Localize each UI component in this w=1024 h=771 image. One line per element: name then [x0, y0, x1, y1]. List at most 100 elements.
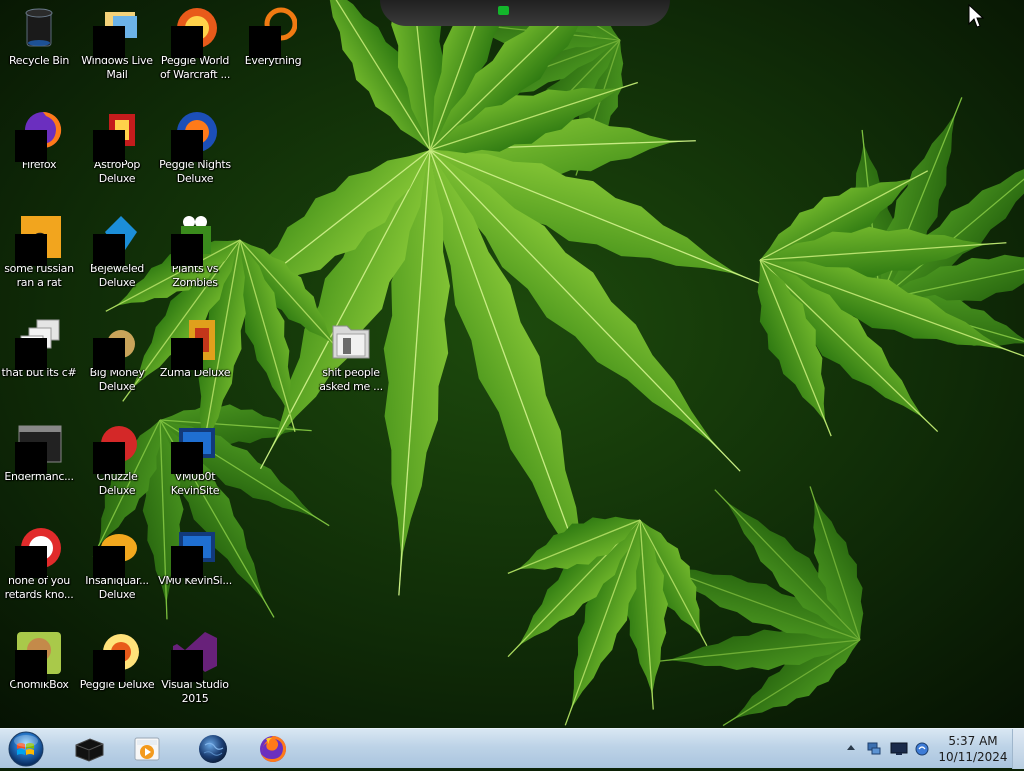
peggle-icon	[93, 628, 141, 682]
taskbar-media-player-button[interactable]	[122, 731, 172, 767]
redaction-box	[171, 338, 203, 370]
redaction-box	[15, 338, 47, 370]
redaction-box	[171, 650, 203, 682]
desktop-icon-label: Big Money Deluxe	[89, 366, 145, 393]
black-box-icon	[75, 738, 104, 762]
redaction-box	[93, 650, 125, 682]
desktop-icon[interactable]: Peggle World of Warcraft ...	[156, 4, 234, 82]
desktop-icon-label: Chuzzle Deluxe	[96, 470, 138, 497]
redaction-box	[15, 650, 47, 682]
redaction-box	[15, 234, 47, 266]
desktop-icon[interactable]: that but its c#	[0, 316, 78, 380]
redaction-box	[171, 234, 203, 266]
clock[interactable]: 5:37 AM 10/11/2024	[938, 733, 1008, 765]
desktop-icon[interactable]: Peggle Deluxe	[78, 628, 156, 692]
desktop-icon[interactable]: VM0 KevinSi...	[156, 524, 234, 588]
desktop-icon[interactable]: Big Money Deluxe	[78, 316, 156, 394]
firefox-icon	[260, 736, 286, 762]
taskbar: 5:37 AM 10/11/2024	[0, 728, 1024, 769]
desktop-icon-label: AstroPop Deluxe	[93, 158, 141, 185]
stacked-windows-icon	[15, 316, 63, 370]
folder-icon	[327, 316, 375, 364]
visual-studio-icon	[171, 628, 219, 682]
desktop-icon[interactable]: Endermanc...	[0, 420, 78, 484]
plants-vs-zombies-icon	[171, 212, 219, 266]
redaction-box	[171, 26, 203, 58]
media-player-icon	[134, 737, 160, 761]
desktop-icon[interactable]: Peggle Nights Deluxe	[156, 108, 234, 186]
desktop-icon[interactable]: Chuzzle Deluxe	[78, 420, 156, 498]
desktop-icon-label: none of you retards kno...	[4, 574, 74, 601]
desktop-icon[interactable]: shit people asked me ...	[312, 316, 390, 394]
redaction-box	[249, 26, 281, 58]
redaction-box	[171, 130, 203, 162]
desktop-icon[interactable]: Recycle Bin	[0, 4, 78, 68]
taskbar-firefox-button[interactable]	[248, 731, 298, 767]
astropop-icon	[93, 108, 141, 162]
desktop-icon[interactable]: Insaniquar... Deluxe	[78, 524, 156, 602]
mouse-cursor-icon	[968, 4, 984, 28]
redaction-box	[171, 546, 203, 578]
desktop-icon[interactable]: Zuma Deluxe	[156, 316, 234, 380]
desktop-icon[interactable]: Windows Live Mail	[78, 4, 156, 82]
desktop-icon[interactable]: Firefox	[0, 108, 78, 172]
speaker-icon[interactable]	[914, 741, 930, 760]
redaction-box	[15, 546, 47, 578]
redaction-box	[15, 442, 47, 474]
chuzzle-icon	[93, 420, 141, 474]
redaction-box	[93, 442, 125, 474]
firefox-icon	[15, 108, 63, 162]
desktop-icon-label: Bejeweled Deluxe	[89, 262, 144, 289]
desktop-icon-label: shit people asked me ...	[319, 366, 383, 393]
peggle-nights-icon	[171, 108, 219, 162]
big-money-icon	[93, 316, 141, 370]
redaction-box	[93, 338, 125, 370]
redaction-box	[93, 234, 125, 266]
desktop-icon-label: Visual Studio 2015	[161, 678, 229, 705]
redaction-box	[15, 130, 47, 162]
redaction-box	[93, 26, 125, 58]
mail-icon	[93, 4, 141, 58]
desktop-icon[interactable]: none of you retards kno...	[0, 524, 78, 602]
show-hidden-icons-arrow[interactable]	[846, 741, 856, 756]
windows-start-orb-icon	[8, 731, 44, 767]
recycle-bin-icon	[15, 4, 63, 52]
redaction-box	[93, 130, 125, 162]
chomikbox-icon	[15, 628, 63, 682]
desktop-icon-label: Plants vs Zombies	[171, 262, 219, 289]
insaniquarium-icon	[93, 524, 141, 578]
redaction-box	[171, 442, 203, 474]
clock-date: 10/11/2024	[938, 750, 1008, 764]
desktop-icon[interactable]: ChomikBox	[0, 628, 78, 692]
monitor-icon[interactable]	[890, 741, 908, 760]
zuma-icon	[171, 316, 219, 370]
show-desktop-button[interactable]	[1012, 729, 1024, 769]
desktop-icon-label: Recycle Bin	[8, 54, 70, 67]
desktop-icon-label: VM0b0t KevinSite	[170, 470, 220, 497]
top-gadget	[380, 0, 670, 26]
redaction-box	[93, 546, 125, 578]
desktop-icon-label: Insaniquar... Deluxe	[85, 574, 149, 601]
network-icon[interactable]	[866, 741, 882, 760]
opera-like-icon	[15, 524, 63, 578]
desktop-icon[interactable]: Visual Studio 2015	[156, 628, 234, 706]
everything-search-icon	[249, 4, 297, 58]
desktop-icon[interactable]: AstroPop Deluxe	[78, 108, 156, 186]
terminal-app-icon	[15, 420, 63, 474]
script-file-icon: e	[15, 212, 63, 266]
bejeweled-icon	[93, 212, 141, 266]
taskbar-globe-button[interactable]	[188, 731, 238, 767]
desktop-icon[interactable]: esome russian ran a rat	[0, 212, 78, 290]
start-button[interactable]	[4, 730, 48, 768]
desktop-icon-label: Windows Live Mail	[81, 54, 153, 81]
vm-shortcut-icon	[171, 420, 219, 474]
clock-time: 5:37 AM	[948, 734, 998, 748]
desktop-icon-label: Peggle World of Warcraft ...	[159, 54, 231, 81]
desktop-icon[interactable]: VM0b0t KevinSite	[156, 420, 234, 498]
desktop-icon-label: Peggle Nights Deluxe	[159, 158, 231, 185]
desktop-icon[interactable]: Bejeweled Deluxe	[78, 212, 156, 290]
desktop-icon[interactable]: Everything	[234, 4, 312, 68]
taskbar-terminal-button[interactable]	[64, 731, 114, 767]
desktop-icon[interactable]: Plants vs Zombies	[156, 212, 234, 290]
desktop-icon-label: some russian ran a rat	[4, 262, 74, 289]
